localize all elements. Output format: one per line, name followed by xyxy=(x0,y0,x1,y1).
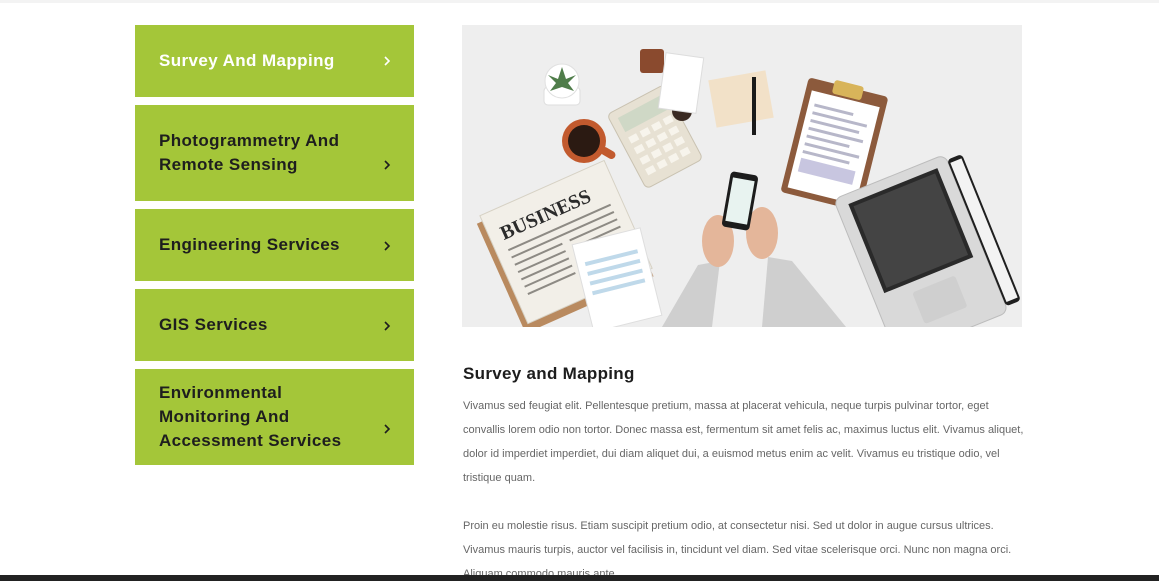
succulent-plant xyxy=(543,63,581,106)
sidebar-item-engineering-services[interactable]: Engineering Services xyxy=(135,209,414,281)
chevron-right-icon xyxy=(384,241,391,251)
sidebar-item-gis-services[interactable]: GIS Services xyxy=(135,289,414,361)
chevron-right-icon xyxy=(384,160,391,170)
sidebar-item-photogrammetry[interactable]: Photogrammetry And Remote Sensing xyxy=(135,105,414,201)
sidebar-item-survey-and-mapping[interactable]: Survey And Mapping xyxy=(135,25,414,97)
desk-workspace-illustration: BUSINESS xyxy=(462,25,1022,327)
sidebar-item-label: Engineering Services xyxy=(159,235,340,254)
chevron-right-icon xyxy=(384,321,391,331)
chevron-right-icon xyxy=(384,424,391,434)
pen xyxy=(752,77,756,135)
chevron-right-icon xyxy=(384,56,391,66)
hero-image: BUSINESS xyxy=(462,25,1022,327)
sidebar-item-environmental-monitoring[interactable]: Environmental Monitoring And Accessment … xyxy=(135,369,414,465)
envelope xyxy=(708,70,774,128)
sidebar-item-label: Photogrammetry And Remote Sensing xyxy=(159,131,340,174)
content-title: Survey and Mapping xyxy=(463,364,635,384)
sidebar-item-label: GIS Services xyxy=(159,315,268,334)
footer-bar xyxy=(0,575,1159,581)
wooden-block xyxy=(640,49,664,73)
note-paper xyxy=(657,52,705,114)
content-paragraph: Vivamus sed feugiat elit. Pellentesque p… xyxy=(463,400,1024,484)
top-divider xyxy=(0,0,1159,3)
sidebar-item-label: Environmental Monitoring And Accessment … xyxy=(159,383,342,450)
sidebar-item-label: Survey And Mapping xyxy=(159,51,335,70)
